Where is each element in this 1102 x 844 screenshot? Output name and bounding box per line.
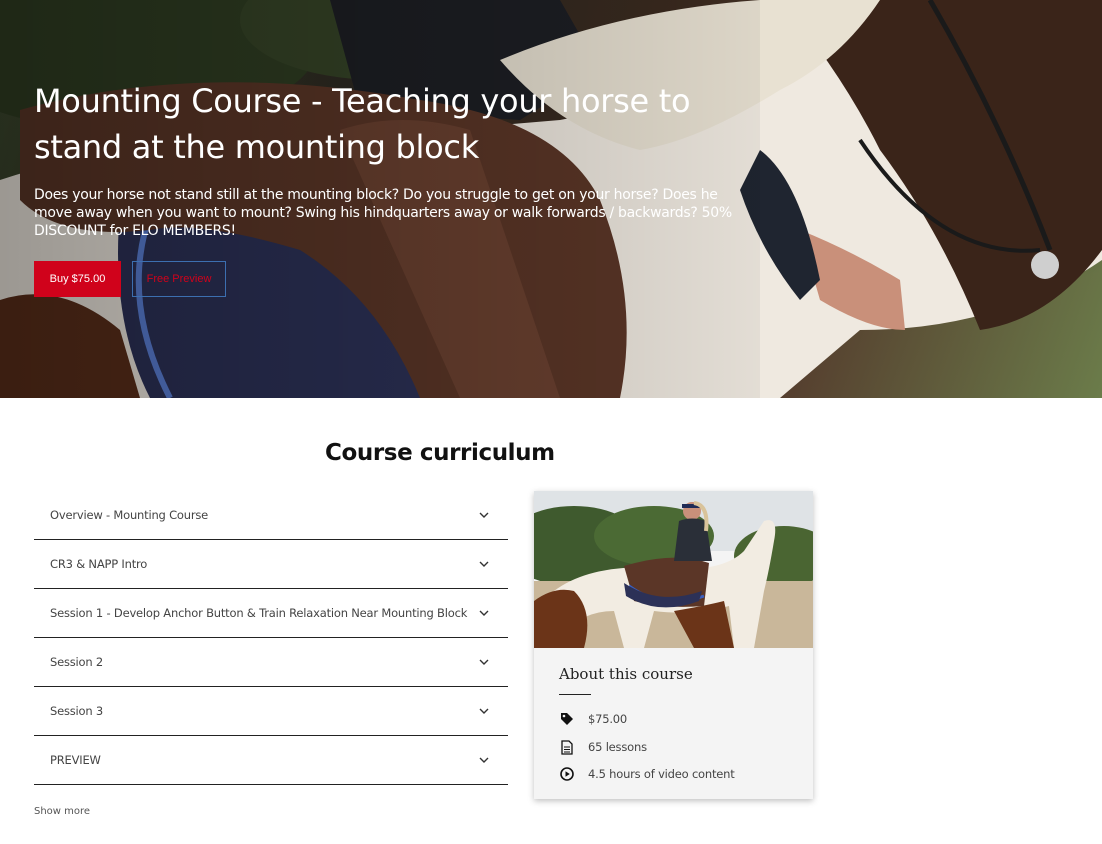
section-label: Session 2 <box>50 655 104 669</box>
curriculum-accordion: Overview - Mounting Course CR3 & NAPP In… <box>34 491 508 785</box>
heading-divider <box>559 694 591 695</box>
chevron-down-icon[interactable] <box>478 558 490 570</box>
buy-button[interactable]: Buy $75.00 <box>34 261 121 297</box>
chevron-down-icon[interactable] <box>478 656 490 668</box>
chevron-down-icon[interactable] <box>478 607 490 619</box>
curriculum-section-overview[interactable]: Overview - Mounting Course <box>34 491 508 540</box>
free-preview-button[interactable]: Free Preview <box>132 261 226 297</box>
curriculum-section-session-1[interactable]: Session 1 - Develop Anchor Button & Trai… <box>34 589 508 638</box>
lessons-row: 65 lessons <box>559 739 647 755</box>
price-row: $75.00 <box>559 711 627 727</box>
curriculum-section-session-3[interactable]: Session 3 <box>34 687 508 736</box>
curriculum-section-preview[interactable]: PREVIEW <box>34 736 508 785</box>
curriculum-section-session-2[interactable]: Session 2 <box>34 638 508 687</box>
about-course-heading: About this course <box>559 665 693 683</box>
course-thumbnail-image <box>534 491 813 648</box>
chevron-down-icon[interactable] <box>478 509 490 521</box>
price-value: $75.00 <box>588 712 628 726</box>
chevron-down-icon[interactable] <box>478 754 490 766</box>
section-label: CR3 & NAPP Intro <box>50 557 148 571</box>
section-label: Session 1 - Develop Anchor Button & Trai… <box>50 606 468 620</box>
about-course-card: About this course $75.00 65 lessons 4.5 … <box>534 491 813 799</box>
section-label: Overview - Mounting Course <box>50 508 209 522</box>
section-label: Session 3 <box>50 704 104 718</box>
hero-banner: Mounting Course - Teaching your horse to… <box>0 0 1102 398</box>
section-label: PREVIEW <box>50 753 101 767</box>
lessons-count: 65 lessons <box>588 740 647 754</box>
video-row: 4.5 hours of video content <box>559 766 735 782</box>
tag-icon <box>559 711 575 727</box>
course-description: Does your horse not stand still at the m… <box>34 187 732 239</box>
curriculum-section-cr3-intro[interactable]: CR3 & NAPP Intro <box>34 540 508 589</box>
show-more-link[interactable]: Show more <box>34 806 90 817</box>
course-title: Mounting Course - Teaching your horse to… <box>34 82 691 166</box>
video-duration: 4.5 hours of video content <box>588 767 735 781</box>
chevron-down-icon[interactable] <box>478 705 490 717</box>
curriculum-heading: Course curriculum <box>325 440 555 466</box>
document-icon <box>559 739 575 755</box>
play-circle-icon <box>559 766 575 782</box>
